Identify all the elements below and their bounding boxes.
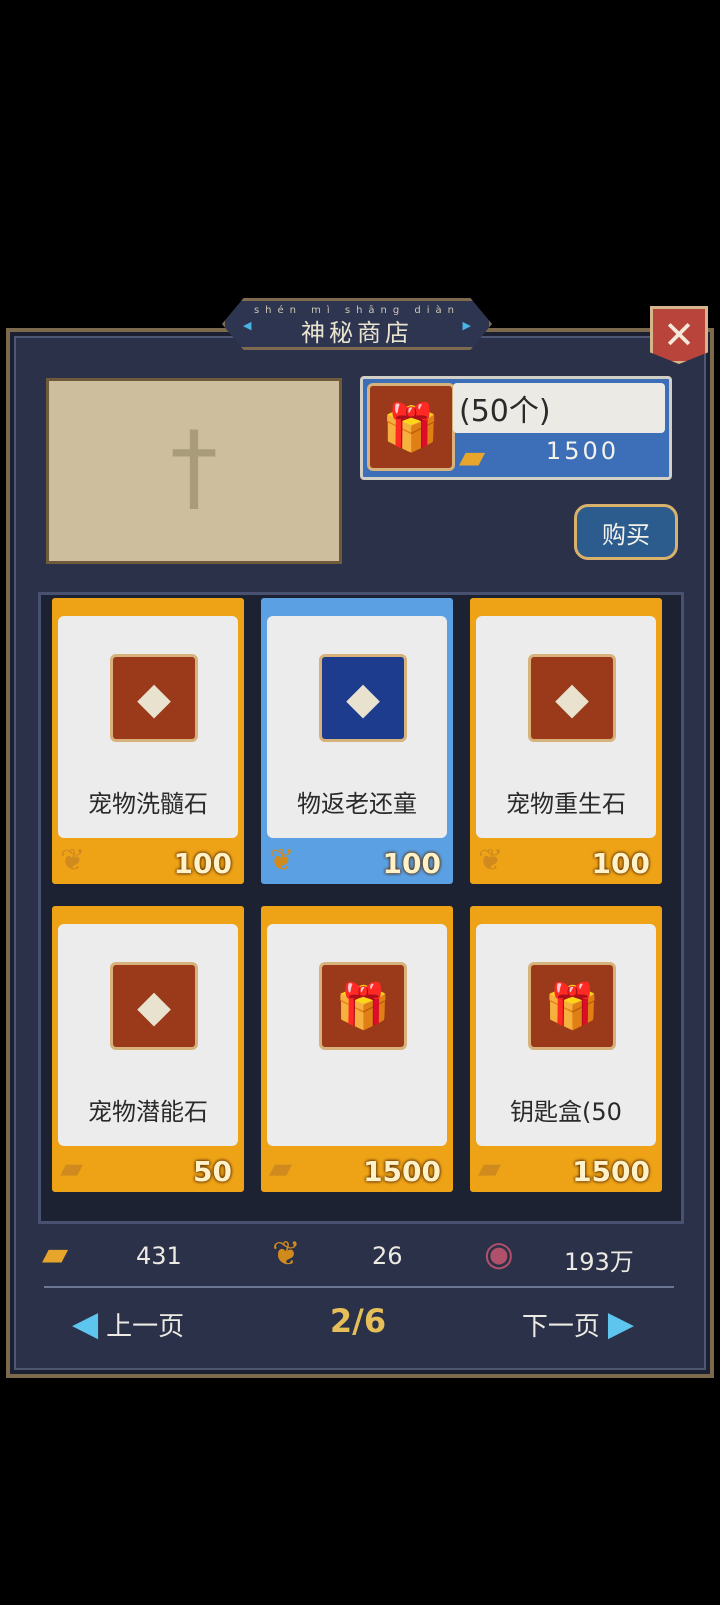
item-price: 1500: [363, 1155, 441, 1188]
coin-icon: ◉: [484, 1234, 514, 1274]
leaf-currency-icon: ❦: [272, 1234, 301, 1274]
gold-ingot-icon: ▰: [269, 1151, 293, 1186]
arrow-right-icon: ▶: [607, 1304, 634, 1344]
selected-item-detail: 🎁 (50个) ▰ 1500: [360, 376, 672, 480]
red-gem-icon: ◆: [110, 962, 198, 1050]
gift-box-icon: 🎁: [528, 962, 616, 1050]
item-preview-area: †: [46, 378, 342, 564]
gold-ingot-icon: ▰: [459, 437, 486, 477]
item-grid: ◆ 宠物洗髓石 ❦ 100 ◆ 物返老还童 ❦ 100 ◆ 宠物重生石 ❦ 10…: [38, 592, 684, 1224]
shop-item-card[interactable]: ◆ 宠物重生石 ❦ 100: [467, 595, 665, 887]
page-title: 神秘商店: [301, 318, 413, 347]
item-name: 宠物重生石: [506, 790, 626, 818]
gift-box-icon: 🎁: [319, 962, 407, 1050]
red-gem-icon: ◆: [528, 654, 616, 742]
chevron-right-icon: ▶: [462, 319, 471, 332]
shop-item-card[interactable]: ◆ 宠物洗髓石 ❦ 100: [49, 595, 247, 887]
item-name: 宠物洗髓石: [88, 790, 208, 818]
close-icon: ✕: [663, 313, 695, 357]
chevron-left-icon: ◀: [243, 319, 252, 332]
currency-balances: ▰ 431 ❦ 26 ◉ 193万: [38, 1232, 678, 1288]
selected-item-price: 1500: [545, 437, 619, 465]
sword-emblem-icon: †: [170, 411, 218, 523]
item-price: 100: [591, 847, 650, 880]
gold-ingot-icon: ▰: [60, 1151, 84, 1186]
leaf-currency-icon: ❦: [478, 843, 504, 878]
item-name: 宠物潜能石: [88, 1098, 208, 1126]
shop-item-card[interactable]: 🎁 钥匙盒(50 ▰ 1500: [467, 903, 665, 1195]
card-inner: 🎁 钥匙盒(50: [476, 924, 656, 1146]
card-inner: ◆ 宠物潜能石: [58, 924, 238, 1146]
gift-box-icon: 🎁: [367, 383, 455, 471]
selected-item-name: (50个): [453, 383, 665, 433]
close-button[interactable]: ✕: [650, 306, 708, 364]
divider: [44, 1286, 674, 1288]
red-gem-icon: ◆: [110, 654, 198, 742]
leaf-currency-icon: ❦: [269, 843, 295, 878]
item-name: 物返老还童: [297, 790, 417, 818]
buy-button-label: 购买: [602, 520, 650, 549]
gold-ingot-icon: ▰: [478, 1151, 502, 1186]
item-price: 100: [382, 847, 441, 880]
card-inner: ◆ 物返老还童: [267, 616, 447, 838]
item-price: 1500: [572, 1155, 650, 1188]
buy-button[interactable]: 购买: [574, 504, 678, 560]
item-price: 50: [193, 1155, 232, 1188]
leaf-balance: 26: [372, 1242, 403, 1270]
shop-item-card[interactable]: ◆ 宠物潜能石 ▰ 50: [49, 903, 247, 1195]
coin-balance: 193万: [564, 1248, 634, 1276]
next-page-button[interactable]: 下一页 ▶: [522, 1304, 634, 1344]
pagination: ◀ 上一页 2/6 下一页 ▶: [38, 1296, 678, 1356]
leaf-currency-icon: ❦: [60, 843, 86, 878]
card-inner: 🎁: [267, 924, 447, 1146]
card-inner: ◆ 宠物洗髓石: [58, 616, 238, 838]
title-plate: ◀ shén mì shāng diàn 神秘商店 ▶: [222, 298, 492, 350]
shop-item-card[interactable]: ◆ 物返老还童 ❦ 100: [258, 595, 456, 887]
blue-gem-icon: ◆: [319, 654, 407, 742]
shop-item-card[interactable]: 🎁 ▰ 1500: [258, 903, 456, 1195]
item-name: 钥匙盒(50: [510, 1098, 622, 1126]
card-inner: ◆ 宠物重生石: [476, 616, 656, 838]
gold-balance: 431: [136, 1242, 182, 1270]
item-price: 100: [173, 847, 232, 880]
gold-ingot-icon: ▰: [42, 1234, 69, 1274]
next-page-label: 下一页: [521, 1311, 600, 1342]
